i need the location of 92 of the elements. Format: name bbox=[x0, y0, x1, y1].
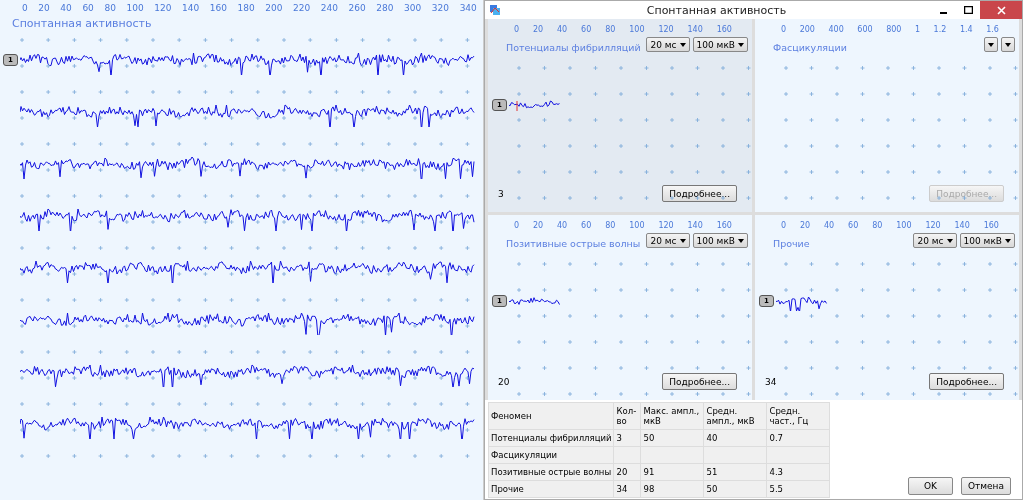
axis-label: 20 bbox=[799, 221, 811, 230]
axis-label: 140 bbox=[687, 25, 703, 34]
axis-label: 200 bbox=[799, 25, 815, 34]
axis-label: 120 bbox=[154, 3, 172, 13]
panel-title: Позитивные острые волны bbox=[505, 237, 641, 249]
ok-button[interactable]: OK bbox=[907, 477, 953, 495]
axis-label: 20 bbox=[532, 221, 544, 230]
event-count: 34 bbox=[764, 376, 777, 387]
details-button[interactable]: Подробнее... bbox=[929, 373, 1004, 390]
event-count: 20 bbox=[497, 376, 510, 387]
axis-label: 300 bbox=[404, 3, 422, 13]
axis-label: 400 bbox=[828, 25, 844, 34]
cancel-button[interactable]: Отмена bbox=[960, 477, 1011, 495]
axis-label: 1.2 bbox=[933, 25, 947, 34]
dropdown[interactable]: 100 мкВ bbox=[692, 233, 748, 248]
dropdown[interactable]: 20 мс bbox=[646, 233, 690, 248]
window-title: Спонтанная активность bbox=[645, 3, 788, 17]
axis-label: 100 bbox=[896, 221, 912, 230]
dropdown[interactable]: 20 мс bbox=[913, 233, 957, 248]
column-header: Средн. част., Гц bbox=[766, 402, 830, 430]
caret-icon bbox=[679, 42, 686, 47]
axis-label: 800 bbox=[886, 25, 902, 34]
app-icon bbox=[489, 4, 501, 16]
axis-label: 160 bbox=[983, 221, 999, 230]
axis-label: 1.6 bbox=[986, 25, 999, 34]
close-icon bbox=[996, 5, 1006, 15]
axis-label: 40 bbox=[824, 221, 835, 230]
axis-label: 100 bbox=[629, 25, 645, 34]
panel-title: Спонтанная активность bbox=[11, 16, 153, 30]
axis-label: 320 bbox=[431, 3, 450, 13]
caret-icon bbox=[738, 238, 744, 243]
axis-label: 600 bbox=[857, 25, 873, 34]
maximize-icon bbox=[963, 6, 973, 14]
caret-icon bbox=[679, 238, 686, 243]
axis-label: 1 bbox=[914, 25, 921, 34]
axis-label: 60 bbox=[581, 221, 592, 230]
axis-label: 80 bbox=[605, 25, 616, 34]
axis-label: 1.4 bbox=[959, 25, 973, 34]
axis-label: 0 bbox=[514, 221, 520, 230]
axis-label: 60 bbox=[581, 25, 592, 34]
axis-label: 200 bbox=[265, 3, 283, 13]
column-header: Средн. ампл., мкВ bbox=[703, 402, 767, 430]
details-button[interactable]: Подробнее... bbox=[662, 373, 737, 390]
panel-title: Фасцикуляции bbox=[772, 41, 847, 53]
axis-label: 40 bbox=[60, 3, 72, 13]
axis-label: 80 bbox=[605, 221, 616, 230]
axis-label: 0 bbox=[514, 25, 520, 34]
caret-icon bbox=[1005, 42, 1011, 47]
axis-label: 120 bbox=[658, 25, 674, 34]
axis-label: 180 bbox=[237, 3, 255, 13]
dropdown[interactable]: 100 мкВ bbox=[959, 233, 1015, 248]
axis-label: 0 bbox=[781, 221, 787, 230]
axis-label: 140 bbox=[687, 221, 703, 230]
caret-icon bbox=[1005, 238, 1011, 243]
axis-label: 280 bbox=[376, 3, 394, 13]
axis-label: 20 bbox=[38, 3, 50, 13]
axis-label: 120 bbox=[658, 221, 674, 230]
axis-label: 120 bbox=[925, 221, 941, 230]
dropdown[interactable] bbox=[1001, 37, 1015, 52]
axis-label: 80 bbox=[104, 3, 116, 13]
axis-label: 240 bbox=[320, 3, 338, 13]
caret-icon bbox=[988, 42, 994, 47]
dropdown[interactable] bbox=[984, 37, 998, 52]
axis-label: 140 bbox=[954, 221, 970, 230]
axis-label: 220 bbox=[293, 3, 311, 13]
axis-label: 340 bbox=[459, 3, 477, 13]
axis-label: 260 bbox=[348, 3, 366, 13]
panel-title: Потенциалы фибрилляций bbox=[505, 41, 641, 53]
axis-label: 40 bbox=[557, 221, 568, 230]
axis-label: 40 bbox=[557, 25, 568, 34]
axis-label: 160 bbox=[716, 221, 732, 230]
axis-label: 100 bbox=[126, 3, 144, 13]
axis-label: 60 bbox=[848, 221, 859, 230]
axis-label: 100 bbox=[629, 221, 645, 230]
axis-label: 60 bbox=[82, 3, 94, 13]
event-count: 3 bbox=[497, 188, 505, 199]
axis-label: 0 bbox=[781, 25, 787, 34]
details-button[interactable]: Подробнее... bbox=[662, 185, 737, 202]
axis-label: 160 bbox=[209, 3, 227, 13]
dropdown[interactable]: 20 мс bbox=[646, 37, 690, 52]
axis-label: 140 bbox=[181, 3, 200, 13]
axis-label: 160 bbox=[716, 25, 732, 34]
caret-icon bbox=[738, 42, 744, 47]
column-header: Макс. ампл., мкВ bbox=[640, 402, 704, 430]
column-header: Феномен bbox=[488, 402, 614, 430]
panel-title: Прочие bbox=[772, 237, 810, 249]
axis-label: 0 bbox=[22, 3, 28, 13]
column-header: Кол-во bbox=[613, 402, 641, 430]
caret-icon bbox=[946, 238, 953, 243]
dropdown[interactable]: 100 мкВ bbox=[692, 37, 748, 52]
axis-label: 80 bbox=[872, 221, 883, 230]
axis-label: 20 bbox=[532, 25, 544, 34]
